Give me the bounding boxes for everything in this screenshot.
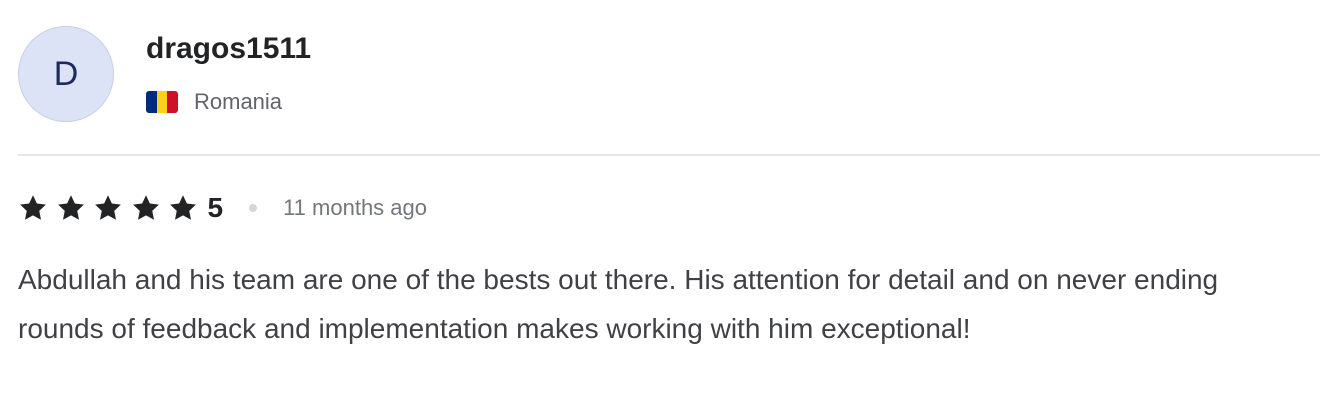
country-name: Romania	[194, 89, 283, 114]
review-card: D dragos1511 Romania 5 11 months ago Abd…	[0, 0, 1320, 412]
review-time: 11 months ago	[283, 195, 427, 220]
star-icon	[131, 193, 161, 223]
reviewer-username[interactable]: dragos1511	[146, 31, 311, 67]
star-icon	[56, 193, 86, 223]
star-rating	[18, 193, 206, 223]
review-text: Abdullah and his team are one of the bes…	[18, 264, 1219, 344]
divider	[18, 154, 1320, 156]
star-icon	[168, 193, 198, 223]
rating-row: 5 11 months ago	[18, 188, 427, 228]
romania-flag-icon	[146, 91, 178, 113]
rating-value: 5	[207, 192, 224, 223]
avatar-initial: D	[53, 55, 79, 93]
star-icon	[18, 193, 48, 223]
reviewer-country: Romania	[146, 88, 282, 116]
separator-dot	[249, 204, 258, 212]
star-icon	[93, 193, 123, 223]
avatar[interactable]: D	[18, 26, 114, 122]
